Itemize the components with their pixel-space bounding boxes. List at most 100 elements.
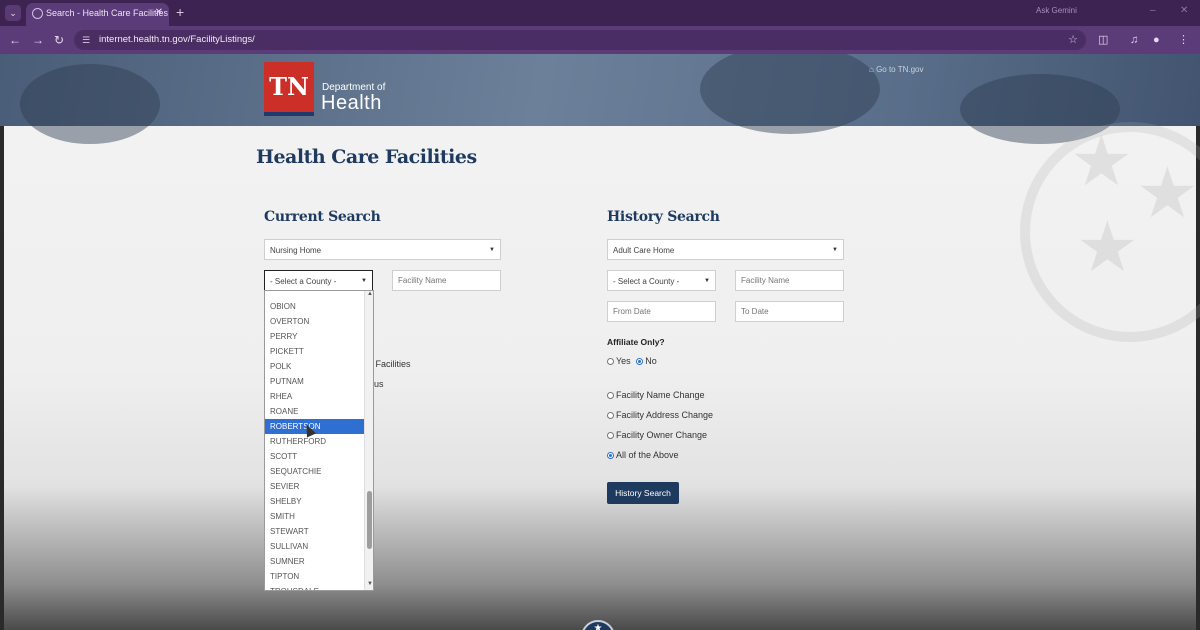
to-date-input[interactable] [735, 301, 844, 322]
history-facility-name-input[interactable] [735, 270, 844, 291]
county-option[interactable]: POLK [265, 359, 364, 374]
chevron-down-icon: ▼ [361, 278, 367, 284]
extensions-icon[interactable]: ◫ [1098, 33, 1108, 47]
tab-search-button[interactable]: ⌄ [5, 5, 21, 21]
facility-type-value: Nursing Home [270, 246, 322, 255]
facility-option-label: l Facilities [371, 359, 411, 369]
history-facility-type-select[interactable]: Adult Care Home ▼ [607, 239, 844, 260]
county-option[interactable]: SULLIVAN [265, 539, 364, 554]
logo-health-text: Health [321, 92, 382, 114]
county-option[interactable]: SEVIER [265, 479, 364, 494]
county-option[interactable]: TROUSDALE [265, 584, 364, 590]
change-type-option[interactable]: Facility Owner Change [607, 430, 707, 441]
county-option[interactable]: SUMNER [265, 554, 364, 569]
affiliate-yes-label: Yes [616, 356, 631, 366]
tab-title: Search - Health Care Facilities [46, 8, 169, 18]
facility-type-select[interactable]: Nursing Home ▼ [264, 239, 501, 260]
affiliate-no-label: No [645, 356, 657, 366]
affiliate-only-label: Affiliate Only? [607, 337, 665, 347]
scroll-up-icon[interactable]: ▲ [366, 291, 373, 297]
county-select[interactable]: - Select a County - ▼ [264, 270, 373, 291]
change-type-option[interactable]: All of the Above [607, 450, 679, 461]
history-county-value: - Select a County - [613, 277, 680, 286]
county-option[interactable]: TIPTON [265, 569, 364, 584]
change-type-label: Facility Owner Change [616, 430, 708, 440]
history-search-title: History Search [607, 209, 720, 225]
history-county-select[interactable]: - Select a County - ▼ [607, 270, 716, 291]
active-tab[interactable]: Search - Health Care Facilities ✕ [26, 3, 169, 26]
tn-logo[interactable]: TN [264, 62, 314, 116]
chevron-down-icon: ▼ [704, 278, 710, 284]
county-dropdown-list[interactable]: OBION OVERTON PERRY PICKETT POLK PUTNAM RHEA RO… [264, 290, 374, 591]
forward-icon[interactable]: → [32, 32, 44, 48]
media-icon[interactable]: ♫ [1130, 33, 1138, 47]
chevron-down-icon: ▼ [832, 247, 838, 253]
change-type-radio[interactable] [607, 392, 614, 399]
url-text: internet.health.tn.gov/FacilityListings/ [99, 34, 255, 45]
county-option[interactable]: PERRY [265, 329, 364, 344]
star-icon: ★ [1136, 154, 1199, 232]
county-option[interactable]: PUTNAM [265, 374, 364, 389]
banner-tree [20, 64, 160, 144]
back-icon[interactable]: ← [9, 32, 21, 48]
county-option[interactable]: PICKETT [265, 344, 364, 359]
go-to-tn-link[interactable]: ⌂ Go to TN.gov [869, 65, 924, 74]
reload-icon[interactable]: ↻ [54, 32, 64, 48]
page-title: Health Care Facilities [256, 146, 477, 168]
history-facility-type-value: Adult Care Home [613, 246, 675, 255]
affiliate-yes-radio[interactable] [607, 358, 614, 365]
close-window-icon[interactable]: ✕ [1180, 5, 1188, 16]
from-date-input[interactable] [607, 301, 716, 322]
banner-tree [700, 54, 880, 134]
minimize-icon[interactable]: – [1150, 5, 1156, 16]
go-to-tn-label: Go to TN.gov [876, 65, 924, 74]
status-option-label: us [374, 379, 384, 389]
ask-gemini-button[interactable]: Ask Gemini [1036, 6, 1077, 15]
county-option[interactable]: SEQUATCHIE [265, 464, 364, 479]
county-option[interactable]: RUTHERFORD [265, 434, 364, 449]
star-icon: ★ [1076, 208, 1139, 286]
globe-icon [32, 8, 43, 19]
county-option[interactable]: OVERTON [265, 314, 364, 329]
browser-toolbar: ← → ↻ ☰ internet.health.tn.gov/FacilityL… [0, 26, 1200, 54]
change-type-label: Facility Name Change [616, 390, 705, 400]
change-type-label: All of the Above [616, 450, 679, 460]
browser-tab-strip: ⌄ Search - Health Care Facilities ✕ + As… [0, 0, 1200, 26]
address-bar[interactable]: ☰ internet.health.tn.gov/FacilityListing… [74, 30, 1086, 50]
county-option[interactable]: OBION [265, 299, 364, 314]
affiliate-radio-group: Yes No [607, 356, 657, 367]
history-search-button[interactable]: History Search [607, 482, 679, 504]
home-icon: ⌂ [869, 65, 877, 74]
new-tab-button[interactable]: + [176, 4, 184, 20]
county-option[interactable]: ROANE [265, 404, 364, 419]
change-type-radio[interactable] [607, 452, 614, 459]
county-option[interactable]: SCOTT [265, 449, 364, 464]
menu-icon[interactable]: ⋮ [1178, 33, 1189, 47]
page-edge-left [0, 54, 4, 630]
web-page: TN Department of Health ⌂ Go to TN.gov ★… [0, 54, 1200, 630]
site-info-icon[interactable]: ☰ [82, 34, 94, 46]
change-type-label: Facility Address Change [616, 410, 714, 420]
change-type-radio[interactable] [607, 412, 614, 419]
profile-avatar-icon[interactable]: ● [1153, 33, 1160, 47]
county-option[interactable]: STEWART [265, 524, 364, 539]
county-option[interactable]: SMITH [265, 509, 364, 524]
bookmark-star-icon[interactable]: ☆ [1068, 33, 1078, 46]
county-select-value: - Select a County - [270, 277, 337, 286]
back-to-top-button[interactable]: ★ [581, 620, 615, 630]
chevron-down-icon: ▼ [489, 247, 495, 253]
facility-name-input[interactable] [392, 270, 501, 291]
scrollbar-thumb[interactable] [367, 491, 372, 549]
current-search-title: Current Search [264, 209, 381, 225]
site-header-banner: TN Department of Health ⌂ Go to TN.gov [0, 54, 1200, 144]
scroll-down-icon[interactable]: ▼ [366, 581, 373, 587]
county-option[interactable]: SHELBY [265, 494, 364, 509]
county-option[interactable]: RHEA [265, 389, 364, 404]
affiliate-no-radio[interactable] [636, 358, 644, 365]
dropdown-scrollbar[interactable]: ▲ ▼ [364, 291, 373, 590]
change-type-option[interactable]: Facility Address Change [607, 410, 713, 421]
change-type-option[interactable]: Facility Name Change [607, 390, 705, 401]
change-type-radio[interactable] [607, 432, 614, 439]
close-icon[interactable]: ✕ [155, 7, 163, 18]
page-edge-right [1196, 54, 1200, 630]
